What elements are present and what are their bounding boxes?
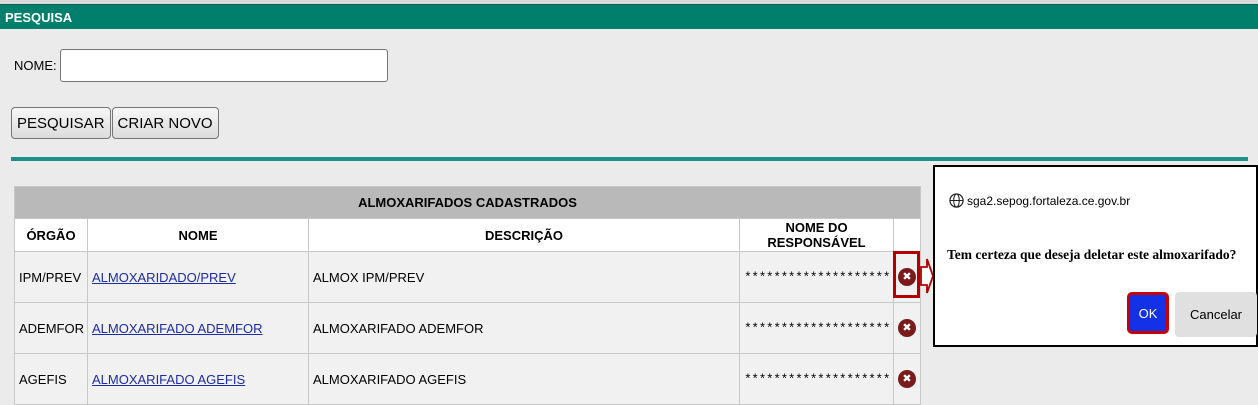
cell-descricao: ALMOXARIFADO ADEMFOR	[308, 302, 740, 354]
table-row: IPM/PREV ALMOXARIDADO/PREV ALMOX IPM/PRE…	[14, 251, 922, 303]
column-header-descricao: DESCRIÇÃO	[308, 218, 740, 252]
dialog-message: Tem certeza que deseja deletar este almo…	[947, 247, 1237, 262]
column-header-actions	[892, 218, 922, 252]
name-input[interactable]	[59, 49, 388, 82]
delete-icon[interactable]: ✖	[898, 268, 917, 286]
create-new-button[interactable]: CRIAR NOVO	[111, 107, 219, 139]
cell-nome: ALMOXARIFADO AGEFIS	[87, 353, 309, 405]
cell-delete: ✖	[892, 251, 922, 303]
table-caption: ALMOXARIFADOS CADASTRADOS	[13, 186, 922, 219]
table-header-row: ÓRGÃO NOME DESCRIÇÃO NOME DO RESPONSÁVEL	[14, 218, 922, 252]
delete-icon[interactable]: ✖	[898, 370, 917, 388]
delete-icon[interactable]: ✖	[898, 319, 917, 337]
ok-button[interactable]: OK	[1127, 292, 1169, 334]
cell-orgao: IPM/PREV	[14, 251, 88, 303]
cancel-button[interactable]: Cancelar	[1175, 292, 1257, 337]
table-row: ADEMFOR ALMOXARIFADO ADEMFOR ALMOXARIFAD…	[14, 302, 922, 354]
cell-descricao: ALMOX IPM/PREV	[308, 251, 740, 303]
cell-nome: ALMOXARIFADO ADEMFOR	[87, 302, 309, 354]
warehouse-link[interactable]: ALMOXARIFADO AGEFIS	[92, 372, 245, 387]
cell-delete: ✖	[892, 353, 922, 405]
warehouse-link[interactable]: ALMOXARIFADO ADEMFOR	[92, 321, 262, 336]
action-buttons: PESQUISAR CRIAR NOVO	[11, 107, 219, 139]
cell-nome: ALMOXARIDADO/PREV	[87, 251, 309, 303]
table-row: AGEFIS ALMOXARIFADO AGEFIS ALMOXARIFADO …	[14, 353, 922, 405]
cell-responsavel: ********************	[739, 353, 894, 405]
section-divider	[11, 157, 1248, 161]
name-search-row: NOME:	[14, 49, 388, 82]
cell-orgao: ADEMFOR	[14, 302, 88, 354]
cell-responsavel: ********************	[739, 251, 894, 303]
cell-orgao: AGEFIS	[14, 353, 88, 405]
section-title: PESQUISA	[5, 10, 73, 25]
search-button[interactable]: PESQUISAR	[11, 107, 111, 139]
globe-icon	[949, 193, 964, 208]
confirm-dialog: sga2.sepog.fortaleza.ce.gov.br Tem certe…	[933, 165, 1258, 347]
dialog-origin: sga2.sepog.fortaleza.ce.gov.br	[949, 193, 1130, 208]
cell-descricao: ALMOXARIFADO AGEFIS	[308, 353, 740, 405]
arrow-right-icon	[920, 258, 934, 294]
name-label: NOME:	[14, 58, 57, 73]
warehouse-link[interactable]: ALMOXARIDADO/PREV	[92, 270, 236, 285]
cell-responsavel: ********************	[739, 302, 894, 354]
column-header-responsavel: NOME DO RESPONSÁVEL	[739, 218, 894, 252]
section-header: PESQUISA	[0, 4, 1258, 29]
cell-delete: ✖	[892, 302, 922, 354]
dialog-origin-text: sga2.sepog.fortaleza.ce.gov.br	[967, 193, 1131, 208]
column-header-nome: NOME	[87, 218, 309, 252]
column-header-orgao: ÓRGÃO	[14, 218, 88, 252]
warehouses-table: ALMOXARIFADOS CADASTRADOS ÓRGÃO NOME DES…	[13, 186, 922, 405]
